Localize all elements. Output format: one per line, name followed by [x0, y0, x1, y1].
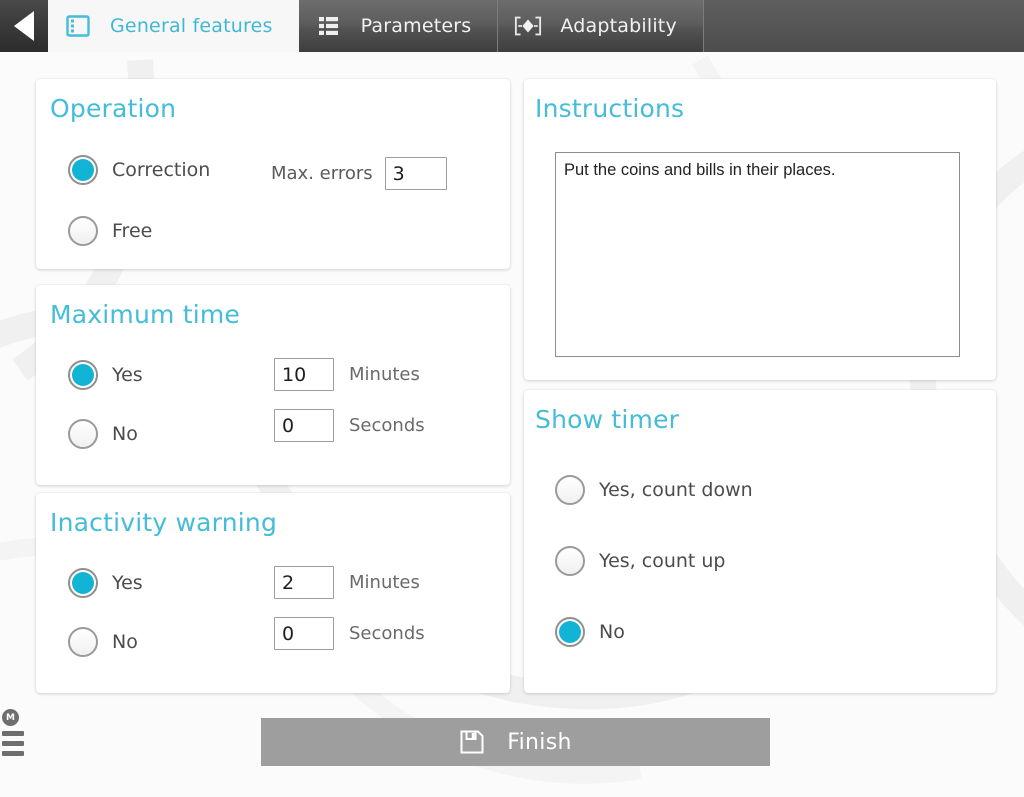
show-timer-option-count-down[interactable]: Yes, count down	[555, 475, 753, 505]
show-timer-card: Show timer Yes, count down Yes, count up…	[524, 390, 996, 693]
inactivity-warning-option-no[interactable]: No	[68, 627, 138, 657]
maximum-time-seconds-label: Seconds	[349, 415, 425, 436]
operation-label-correction: Correction	[112, 159, 211, 181]
inactivity-minutes-label: Minutes	[349, 572, 420, 593]
maximum-time-card: Maximum time Yes Minutes No Seconds	[36, 285, 510, 485]
hamburger-menu-icon[interactable]	[2, 731, 28, 756]
maximum-time-seconds-group: Seconds	[274, 409, 425, 442]
inactivity-warning-label-yes: Yes	[112, 572, 143, 594]
inactivity-seconds-group: Seconds	[274, 617, 425, 650]
tab-adaptability[interactable]: Adaptability	[498, 0, 704, 52]
tab-label-parameters: Parameters	[360, 15, 472, 37]
tab-bar-filler	[703, 0, 1024, 52]
maximum-time-minutes-input[interactable]	[274, 358, 334, 391]
main-content: Operation Correction Max. errors Free Ma…	[0, 52, 1024, 797]
radio-maximum-time-no[interactable]	[68, 419, 98, 449]
inactivity-warning-title: Inactivity warning	[50, 508, 278, 537]
inactivity-minutes-input[interactable]	[274, 566, 334, 599]
operation-label-free: Free	[112, 220, 153, 242]
save-floppy-icon	[459, 729, 485, 755]
radio-count-up[interactable]	[555, 546, 585, 576]
max-errors-input[interactable]	[384, 157, 447, 190]
operation-title: Operation	[50, 94, 177, 123]
instructions-title: Instructions	[535, 94, 685, 123]
radio-correction[interactable]	[68, 155, 98, 185]
maximum-time-seconds-input[interactable]	[274, 409, 334, 442]
tab-general-features[interactable]: General features	[48, 0, 299, 52]
operation-card: Operation Correction Max. errors Free	[36, 79, 510, 269]
radio-free[interactable]	[68, 216, 98, 246]
brand-badge-icon: M	[2, 709, 19, 726]
show-timer-title: Show timer	[535, 405, 680, 434]
maximum-time-title: Maximum time	[50, 300, 241, 329]
brand-menu[interactable]: M	[2, 709, 28, 761]
film-strip-icon	[64, 13, 92, 39]
inactivity-seconds-label: Seconds	[349, 623, 425, 644]
inactivity-minutes-group: Minutes	[274, 566, 420, 599]
show-timer-option-no[interactable]: No	[555, 617, 625, 647]
maximum-time-minutes-label: Minutes	[349, 364, 420, 385]
max-errors-label: Max. errors	[271, 163, 373, 184]
top-tab-bar: General features Parameters Adaptability	[0, 0, 1024, 52]
tab-label-adaptability: Adaptability	[560, 15, 677, 37]
instructions-card: Instructions	[524, 79, 996, 380]
finish-button[interactable]: Finish	[261, 718, 770, 766]
inactivity-warning-label-no: No	[112, 631, 138, 653]
maximum-time-label-yes: Yes	[112, 364, 143, 386]
app-window: General features Parameters Adaptability…	[0, 0, 1024, 797]
back-arrow-icon	[14, 11, 34, 41]
max-errors-group: Max. errors	[271, 157, 447, 190]
show-timer-label-count-down: Yes, count down	[599, 479, 753, 501]
back-button[interactable]	[0, 0, 48, 52]
maximum-time-minutes-group: Minutes	[274, 358, 420, 391]
inactivity-seconds-input[interactable]	[274, 617, 334, 650]
show-timer-option-count-up[interactable]: Yes, count up	[555, 546, 726, 576]
maximum-time-label-no: No	[112, 423, 138, 445]
finish-button-label: Finish	[507, 729, 572, 755]
tab-label-general-features: General features	[110, 15, 273, 37]
show-timer-label-count-up: Yes, count up	[599, 550, 726, 572]
tab-parameters[interactable]: Parameters	[298, 0, 499, 52]
radio-inactivity-no[interactable]	[68, 627, 98, 657]
maximum-time-option-no[interactable]: No	[68, 419, 138, 449]
resize-brackets-icon	[514, 13, 542, 39]
radio-show-timer-no[interactable]	[555, 617, 585, 647]
radio-inactivity-yes[interactable]	[68, 568, 98, 598]
instructions-textarea[interactable]	[555, 152, 960, 357]
list-grid-icon	[315, 13, 343, 39]
inactivity-warning-card: Inactivity warning Yes Minutes No Second…	[36, 493, 510, 693]
radio-maximum-time-yes[interactable]	[68, 360, 98, 390]
maximum-time-option-yes[interactable]: Yes	[68, 360, 143, 390]
radio-count-down[interactable]	[555, 475, 585, 505]
operation-option-free[interactable]: Free	[68, 216, 152, 246]
show-timer-label-no: No	[599, 621, 625, 643]
inactivity-warning-option-yes[interactable]: Yes	[68, 568, 143, 598]
operation-option-correction[interactable]: Correction	[68, 155, 210, 185]
